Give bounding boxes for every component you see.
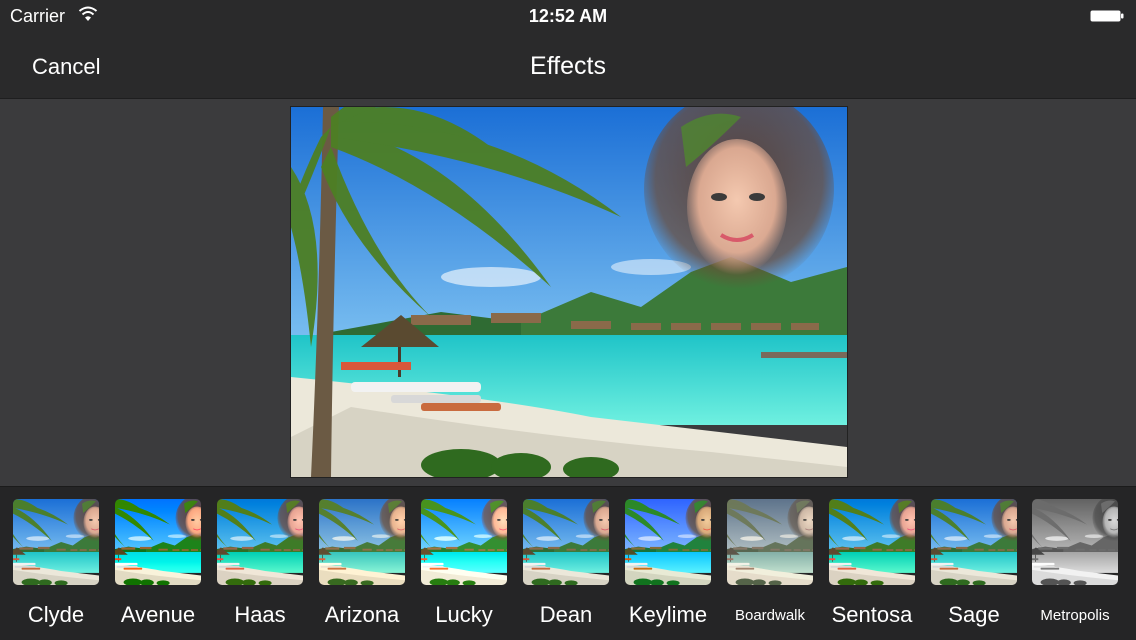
effect-preview-image xyxy=(727,499,813,585)
effect-label: Keylime xyxy=(628,602,708,627)
effect-label: Avenue xyxy=(120,602,196,627)
effect-thumbnail[interactable] xyxy=(217,499,303,585)
effect-sentosa[interactable]: Sentosa xyxy=(828,499,916,628)
effect-thumbnail[interactable] xyxy=(931,499,1017,585)
effects-strip: Clyde Avenue Haas Arizona Lucky Dean Key… xyxy=(0,486,1136,640)
beach-photo-image xyxy=(291,107,847,477)
navigation-bar: Cancel Effects xyxy=(0,32,1136,99)
effect-thumbnail[interactable] xyxy=(13,499,99,585)
effect-label: Dean xyxy=(539,602,593,627)
effect-clyde[interactable]: Clyde xyxy=(12,499,100,628)
effect-preview-image xyxy=(523,499,609,585)
canvas-area xyxy=(0,99,1136,485)
effect-thumbnail[interactable] xyxy=(523,499,609,585)
effect-label: Arizona xyxy=(324,602,400,627)
effect-preview-image xyxy=(829,499,915,585)
effect-label: Lucky xyxy=(435,602,493,627)
effect-arizona[interactable]: Arizona xyxy=(318,499,406,628)
effect-thumbnail[interactable] xyxy=(421,499,507,585)
effect-preview-image xyxy=(217,499,303,585)
effect-avenue[interactable]: Avenue xyxy=(114,499,202,628)
effect-thumbnail[interactable] xyxy=(319,499,405,585)
effect-boardwalk[interactable]: Boardwalk xyxy=(726,499,814,624)
effect-lucky[interactable]: Lucky xyxy=(420,499,508,628)
effect-preview-image xyxy=(319,499,405,585)
effect-sage[interactable]: Sage xyxy=(930,499,1018,628)
effect-label: Boardwalk xyxy=(734,607,806,624)
effect-preview-image xyxy=(625,499,711,585)
photo-preview[interactable] xyxy=(290,106,848,478)
effect-preview-image xyxy=(421,499,507,585)
effect-preview-image xyxy=(931,499,1017,585)
effect-label: Haas xyxy=(234,602,286,627)
effect-label: Clyde xyxy=(27,602,85,627)
effect-thumbnail[interactable] xyxy=(829,499,915,585)
effect-label: Sage xyxy=(948,602,1000,627)
effect-thumbnail[interactable] xyxy=(1032,499,1118,585)
effect-thumbnail[interactable] xyxy=(727,499,813,585)
effect-preview-image xyxy=(115,499,201,585)
effect-label: Sentosa xyxy=(831,602,913,627)
effect-keylime[interactable]: Keylime xyxy=(624,499,712,628)
effect-thumbnail[interactable] xyxy=(625,499,711,585)
effect-haas[interactable]: Haas xyxy=(216,499,304,628)
battery-icon xyxy=(1090,10,1124,22)
effect-preview-image xyxy=(13,499,99,585)
effect-preview-image xyxy=(1032,499,1118,585)
effect-dean[interactable]: Dean xyxy=(522,499,610,628)
page-title: Effects xyxy=(530,52,606,80)
effect-thumbnail[interactable] xyxy=(115,499,201,585)
effect-metropolis[interactable]: Metropolis xyxy=(1031,499,1119,624)
status-time: 12:52 AM xyxy=(528,6,608,26)
status-bar: Carrier 12:52 AM xyxy=(0,0,1136,32)
effect-label: Metropolis xyxy=(1040,607,1110,624)
